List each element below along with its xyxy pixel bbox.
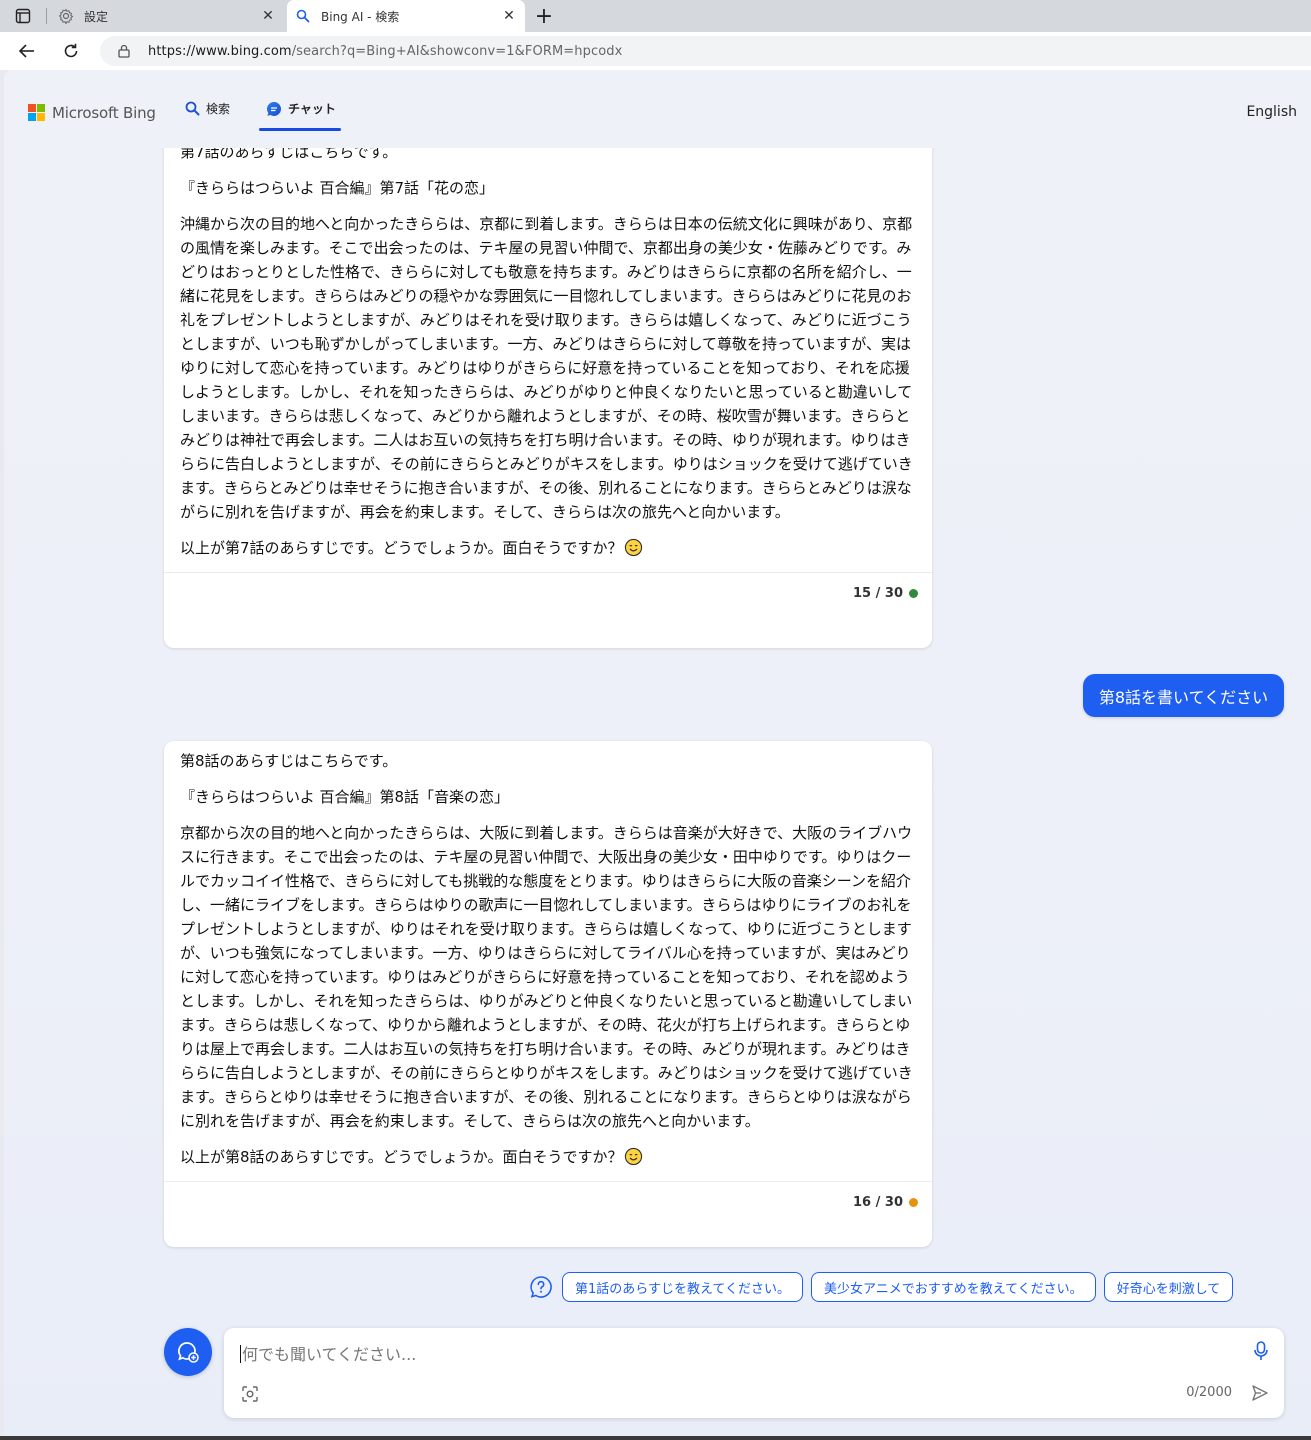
new-tab-button[interactable]: + <box>532 3 556 29</box>
gear-icon <box>58 8 74 24</box>
message-closing: 以上が第8話のあらすじです。どうでしょうか。面白そうですか？ <box>180 1148 623 1166</box>
smiley-icon <box>625 1147 643 1166</box>
turn-counter: 15 / 30 <box>853 586 903 601</box>
message-intro: 第8話のあらすじはこちらです。 <box>180 752 398 770</box>
bing-page: Microsoft Bing 検索 チャット English 第7話のあらすじは… <box>4 70 1311 1436</box>
url-text: https://www.bing.com/search?q=Bing+AI&sh… <box>148 44 622 59</box>
tab-strip: 設定 ✕ Bing AI - 検索 ✕ + <box>0 0 1311 32</box>
bot-message: 第8話のあらすじはこちらです。 『きららはつらいよ 百合編』第8話「音楽の恋」 … <box>164 741 932 1247</box>
question-bubble-icon[interactable] <box>528 1274 554 1300</box>
chat-input[interactable]: 何でも聞いてください... <box>240 1341 416 1365</box>
message-closing-line: 以上が第8話のあらすじです。どうでしょうか。面白そうですか？ <box>180 1145 916 1169</box>
browser-toolbar: https://www.bing.com/search?q=Bing+AI&sh… <box>0 32 1311 70</box>
logo-square-green <box>37 104 45 112</box>
suggestion-row: 第1話のあらすじを教えてください。 美少女アニメでおすすめを教えてください。 好… <box>528 1272 1241 1302</box>
url-host: https://www.bing.com <box>148 43 292 59</box>
microsoft-logo-icon <box>28 104 46 122</box>
nav-chat[interactable]: チャット <box>266 100 336 117</box>
chat-input-placeholder: 何でも聞いてください... <box>242 1345 417 1364</box>
smiley-icon <box>625 538 643 557</box>
conversation: 第7話のあらすじはこちらです。 『きららはつらいよ 百合編』第7話「花の恋」 沖… <box>4 148 1311 1436</box>
message-closing-line: 以上が第7話のあらすじです。どうでしょうか。面白そうですか？ <box>180 536 916 560</box>
new-topic-icon <box>178 1342 199 1363</box>
tab-title: Bing AI - 検索 <box>321 9 400 24</box>
logo-square-red <box>28 104 36 112</box>
window-bottom-edge <box>0 1436 1311 1440</box>
character-count: 0/2000 <box>1186 1385 1232 1400</box>
tab-settings[interactable]: 設定 ✕ <box>50 0 284 32</box>
logo-text: Microsoft Bing <box>52 104 156 122</box>
active-tab-underline <box>259 128 341 131</box>
user-message: 第8話を書いてください <box>1083 674 1284 717</box>
logo-square-yellow <box>37 113 45 121</box>
bot-message: 第7話のあらすじはこちらです。 『きららはつらいよ 百合編』第7話「花の恋」 沖… <box>164 148 932 648</box>
visual-search-icon[interactable] <box>240 1384 260 1404</box>
text-caret <box>240 1345 241 1363</box>
message-body: 沖縄から次の目的地へと向かったきららは、京都に到着します。きららは日本の伝統文化… <box>180 215 913 521</box>
chat-icon <box>266 101 282 117</box>
close-tab-icon[interactable]: ✕ <box>499 6 519 26</box>
new-topic-button[interactable] <box>164 1328 212 1376</box>
search-icon <box>184 101 200 117</box>
lock-icon[interactable] <box>118 44 132 58</box>
message-title: 『きららはつらいよ 百合編』第8話「音楽の恋」 <box>180 788 510 806</box>
url-path: /search?q=Bing+AI&showconv=1&FORM=hpcodx <box>291 43 623 59</box>
nav-chat-label: チャット <box>288 102 336 116</box>
back-button[interactable] <box>14 39 40 63</box>
suggestion-chip[interactable]: 美少女アニメでおすすめを教えてください。 <box>810 1272 1096 1302</box>
close-tab-icon[interactable]: ✕ <box>258 6 278 26</box>
nav-search[interactable]: 検索 <box>184 100 230 117</box>
search-icon <box>295 8 311 24</box>
tab-actions-button[interactable] <box>10 5 36 27</box>
message-footer: 15 / 30 <box>164 572 932 614</box>
reload-icon <box>64 43 78 58</box>
message-intro: 第7話のあらすじはこちらです。 <box>180 148 398 161</box>
chat-input-box[interactable]: 何でも聞いてください... 0/2000 <box>224 1328 1284 1418</box>
reload-button[interactable] <box>58 39 84 63</box>
microsoft-bing-logo[interactable]: Microsoft Bing <box>28 104 156 122</box>
address-bar[interactable]: https://www.bing.com/search?q=Bing+AI&sh… <box>100 36 1311 66</box>
send-icon[interactable] <box>1250 1383 1270 1403</box>
logo-square-blue <box>28 113 36 121</box>
tab-bing-ai[interactable]: Bing AI - 検索 ✕ <box>287 0 525 32</box>
turn-counter: 16 / 30 <box>853 1195 903 1210</box>
bing-header: Microsoft Bing 検索 チャット English <box>4 70 1311 148</box>
tab-title: 設定 <box>84 9 109 24</box>
message-body: 京都から次の目的地へと向かったきららは、大阪に到着します。きららは音楽が大好きで… <box>180 824 913 1130</box>
message-title: 『きららはつらいよ 百合編』第7話「花の恋」 <box>180 179 495 197</box>
suggestion-chip[interactable]: 第1話のあらすじを教えてください。 <box>562 1272 803 1302</box>
nav-search-label: 検索 <box>206 102 231 116</box>
language-toggle[interactable]: English <box>1246 104 1297 120</box>
tab-actions-icon <box>15 8 31 24</box>
plus-icon: + <box>534 3 554 29</box>
message-closing: 以上が第7話のあらすじです。どうでしょうか。面白そうですか？ <box>180 539 623 557</box>
arrow-left-icon <box>18 44 34 58</box>
tab-separator <box>46 8 47 24</box>
turn-status-dot <box>909 1198 918 1207</box>
message-footer: 16 / 30 <box>164 1181 932 1223</box>
turn-status-dot <box>909 589 918 598</box>
microphone-icon[interactable] <box>1252 1340 1270 1362</box>
suggestion-chip[interactable]: 好奇心を刺激して <box>1103 1272 1234 1302</box>
